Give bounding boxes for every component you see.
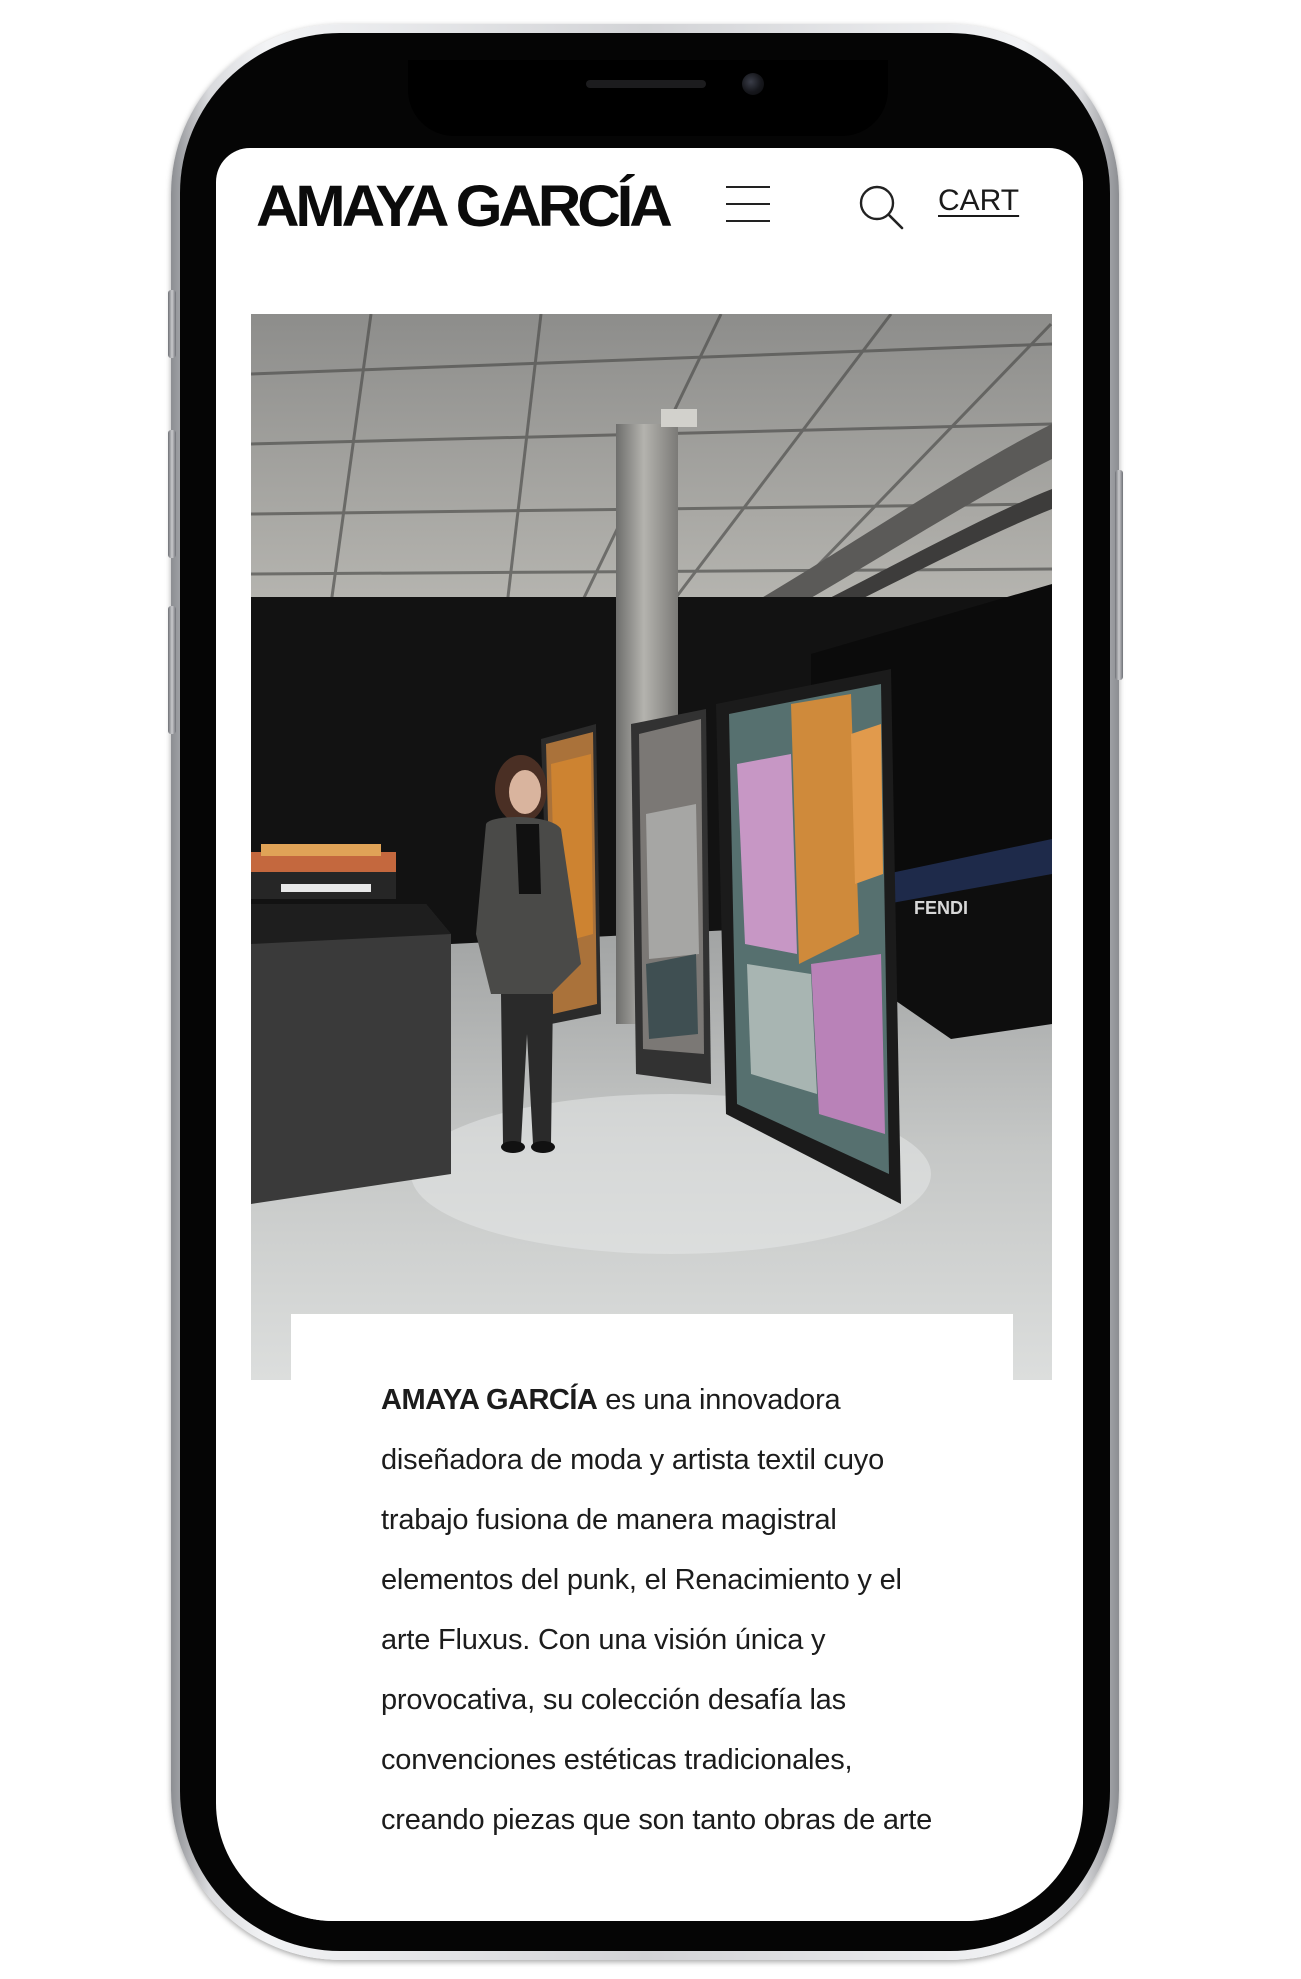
bio-lead-name: AMAYA GARCÍA bbox=[381, 1384, 598, 1416]
silent-switch bbox=[168, 290, 176, 358]
volume-down-button bbox=[168, 606, 176, 734]
site-header: AMAYA GARCÍA CART bbox=[216, 148, 1083, 268]
earpiece-speaker bbox=[586, 80, 706, 88]
hamburger-menu-icon[interactable] bbox=[726, 184, 770, 224]
front-camera bbox=[742, 73, 764, 95]
phone-screen: AMAYA GARCÍA CART FENDI AMAYA GARCÍA es … bbox=[216, 148, 1083, 1921]
power-button bbox=[1115, 470, 1123, 680]
phone-notch bbox=[408, 60, 888, 136]
fendi-panel-label: FENDI bbox=[914, 898, 968, 918]
bio-paragraph: AMAYA GARCÍA es una innovadora diseñador… bbox=[381, 1370, 941, 1850]
cart-link[interactable]: CART bbox=[938, 186, 1019, 216]
search-icon[interactable] bbox=[858, 184, 904, 230]
volume-up-button bbox=[168, 430, 176, 558]
hero-exhibition-image: FENDI bbox=[251, 314, 1052, 1380]
bio-text: es una innovadora diseñadora de moda y a… bbox=[381, 1384, 933, 1836]
brand-logo[interactable]: AMAYA GARCÍA bbox=[256, 178, 673, 236]
